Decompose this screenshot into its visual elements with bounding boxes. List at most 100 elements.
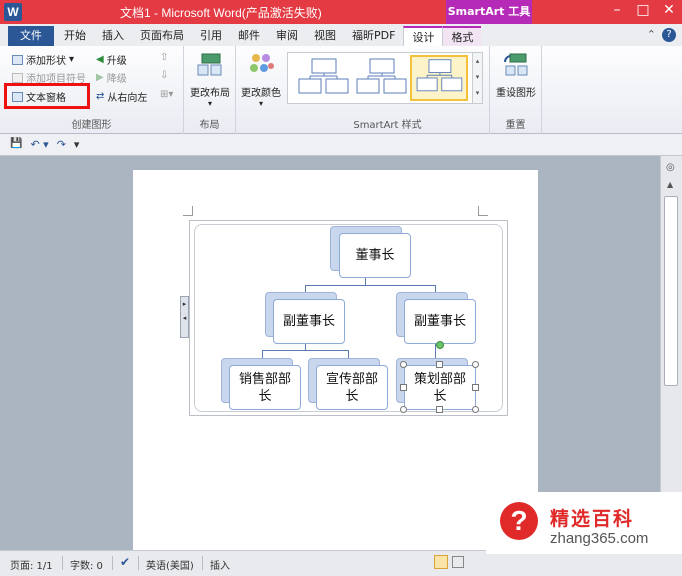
- status-page[interactable]: 页面: 1/1: [10, 557, 53, 572]
- style-option-3-selected[interactable]: [410, 55, 468, 101]
- layout-group-label: 布局: [199, 120, 220, 131]
- node-sales-head[interactable]: 销售部部长: [229, 365, 301, 410]
- smartart-tools-title: SmartArt 工具: [446, 0, 532, 24]
- demote-arrow-icon: ▶: [96, 72, 104, 83]
- watermark: ? 精选百科 zhang365.com: [486, 492, 682, 554]
- maximize-button[interactable]: □: [634, 2, 652, 18]
- change-layout-icon: [197, 53, 222, 76]
- save-icon[interactable]: 💾: [10, 138, 22, 151]
- layout-options-icon: ⊞▾: [160, 89, 174, 100]
- print-layout-view-icon[interactable]: [434, 555, 448, 569]
- divider: [202, 556, 203, 570]
- move-down-icon: ⇩: [160, 70, 169, 81]
- create-graphic-group: 添加形状 ▾ 添加项目符号 文本窗格 ◀ 升级 ▶ 降级 ⇄ 从右向左 ⇧ ⇩: [0, 46, 184, 134]
- reset-graphic-button[interactable]: 重设图形: [491, 52, 541, 99]
- status-insert-mode[interactable]: 插入: [210, 557, 230, 572]
- margin-mark-left: [183, 206, 193, 216]
- tab-insert[interactable]: 插入: [94, 26, 132, 46]
- add-shape-icon: [12, 54, 23, 65]
- divider: [62, 556, 63, 570]
- resize-handle-s[interactable]: [436, 406, 443, 413]
- node-pr-head[interactable]: 宣传部部长: [316, 365, 388, 410]
- vertical-scrollbar[interactable]: ◎ ▲: [660, 156, 682, 550]
- resize-handle-ne[interactable]: [472, 361, 479, 368]
- window-title: 文档1 - Microsoft Word(产品激活失败): [120, 6, 322, 20]
- help-icon[interactable]: ?: [662, 28, 676, 42]
- promote-button[interactable]: ◀ 升级: [96, 52, 127, 67]
- qat-icons: 💾 ↶ ▾ ↷ ▾: [10, 138, 79, 151]
- tab-design[interactable]: 设计: [403, 26, 444, 46]
- demote-button[interactable]: ▶ 降级: [96, 70, 127, 85]
- minimize-button[interactable]: –: [608, 2, 626, 18]
- layout-options-button[interactable]: ⊞▾: [160, 89, 173, 100]
- gallery-scroll[interactable]: ▴ ▾ ▾: [472, 53, 482, 103]
- node-planning-head[interactable]: 策划部部长: [404, 365, 476, 410]
- redo-icon[interactable]: ↷: [57, 138, 66, 151]
- connector-pr-drop: [348, 350, 349, 358]
- divider: [112, 556, 113, 570]
- change-layout-button[interactable]: 更改布局 ▾: [185, 52, 235, 108]
- promote-label: 升级: [106, 56, 127, 67]
- move-down-button[interactable]: ⇩: [160, 70, 168, 81]
- watermark-url: zhang365.com: [550, 530, 649, 547]
- chevron-down-icon: ▾: [258, 99, 263, 108]
- smartart-styles-group: ▴ ▾ ▾ SmartArt 样式: [286, 46, 490, 134]
- reset-graphic-label: 重设图形: [496, 88, 536, 99]
- resize-handle-se[interactable]: [472, 406, 479, 413]
- resize-handle-sw[interactable]: [400, 406, 407, 413]
- status-language[interactable]: 英语(美国): [146, 557, 194, 572]
- node-chairman[interactable]: 董事长: [339, 233, 411, 278]
- demote-label: 降级: [106, 74, 127, 85]
- node-vice-chairman-left[interactable]: 副董事长: [273, 299, 345, 344]
- resize-handle-nw[interactable]: [400, 361, 407, 368]
- word-app-icon[interactable]: W: [4, 3, 22, 21]
- promote-arrow-icon: ◀: [96, 54, 104, 65]
- right-to-left-button[interactable]: ⇄ 从右向左: [96, 89, 147, 104]
- right-to-left-label: 从右向左: [107, 93, 148, 104]
- reading-view-icon[interactable]: [452, 556, 464, 568]
- move-up-button[interactable]: ⇧: [160, 52, 168, 63]
- node-vice-chairman-right[interactable]: 副董事长: [404, 299, 476, 344]
- tab-view[interactable]: 视图: [306, 26, 344, 46]
- tab-mailings[interactable]: 邮件: [230, 26, 268, 46]
- tab-format[interactable]: 格式: [443, 26, 482, 46]
- tab-page-layout[interactable]: 页面布局: [132, 26, 192, 46]
- status-word-count[interactable]: 字数: 0: [70, 557, 103, 572]
- window-controls: – □ ✕: [608, 2, 678, 18]
- close-button[interactable]: ✕: [660, 2, 678, 18]
- add-shape-button[interactable]: 添加形状 ▾: [12, 52, 74, 67]
- layout-group: 更改布局 ▾ 布局: [184, 46, 236, 134]
- scroll-up-icon[interactable]: ▲: [667, 180, 673, 189]
- connector-sales-drop: [262, 350, 263, 358]
- rotation-handle[interactable]: [436, 341, 444, 349]
- proofing-icon[interactable]: ✔: [120, 555, 130, 569]
- create-graphic-group-label: 创建图形: [71, 120, 112, 131]
- tabrow-icons: ⌃ ?: [647, 28, 676, 42]
- change-colors-label: 更改颜色: [241, 88, 281, 99]
- reset-group-label: 重置: [505, 120, 526, 131]
- ruler-toggle-icon[interactable]: ◎: [666, 162, 675, 173]
- move-up-icon: ⇧: [160, 52, 169, 63]
- ribbon-tab-row: 文件 开始 插入 页面布局 引用 邮件 审阅 视图 福昕PDF 设计 格式 ⌃ …: [0, 24, 682, 46]
- tab-references[interactable]: 引用: [192, 26, 230, 46]
- connector-mid-horizontal: [262, 350, 349, 351]
- style-option-1[interactable]: [294, 55, 352, 101]
- scroll-thumb[interactable]: [664, 196, 678, 386]
- tab-file[interactable]: 文件: [8, 26, 54, 46]
- tab-foxit-pdf[interactable]: 福昕PDF: [344, 26, 403, 46]
- text-pane-toggle-handle[interactable]: ▸ ◂: [180, 296, 189, 338]
- tab-home[interactable]: 开始: [56, 26, 94, 46]
- resize-handle-n[interactable]: [436, 361, 443, 368]
- tab-review[interactable]: 审阅: [268, 26, 306, 46]
- title-bar: W 文档1 - Microsoft Word(产品激活失败) SmartArt …: [0, 0, 682, 24]
- ribbon: 添加形状 ▾ 添加项目符号 文本窗格 ◀ 升级 ▶ 降级 ⇄ 从右向左 ⇧ ⇩: [0, 46, 682, 134]
- collapse-ribbon-icon[interactable]: ⌃: [647, 28, 656, 42]
- resize-handle-e[interactable]: [472, 384, 479, 391]
- customize-icon[interactable]: ▾: [74, 138, 80, 151]
- undo-icon[interactable]: ↶ ▾: [30, 138, 48, 151]
- quick-access-toolbar: 💾 ↶ ▾ ↷ ▾: [0, 134, 682, 156]
- resize-handle-w[interactable]: [400, 384, 407, 391]
- change-colors-button[interactable]: 更改颜色 ▾: [236, 52, 286, 108]
- chevron-down-icon: ▾: [207, 99, 212, 108]
- style-option-2[interactable]: [352, 55, 410, 101]
